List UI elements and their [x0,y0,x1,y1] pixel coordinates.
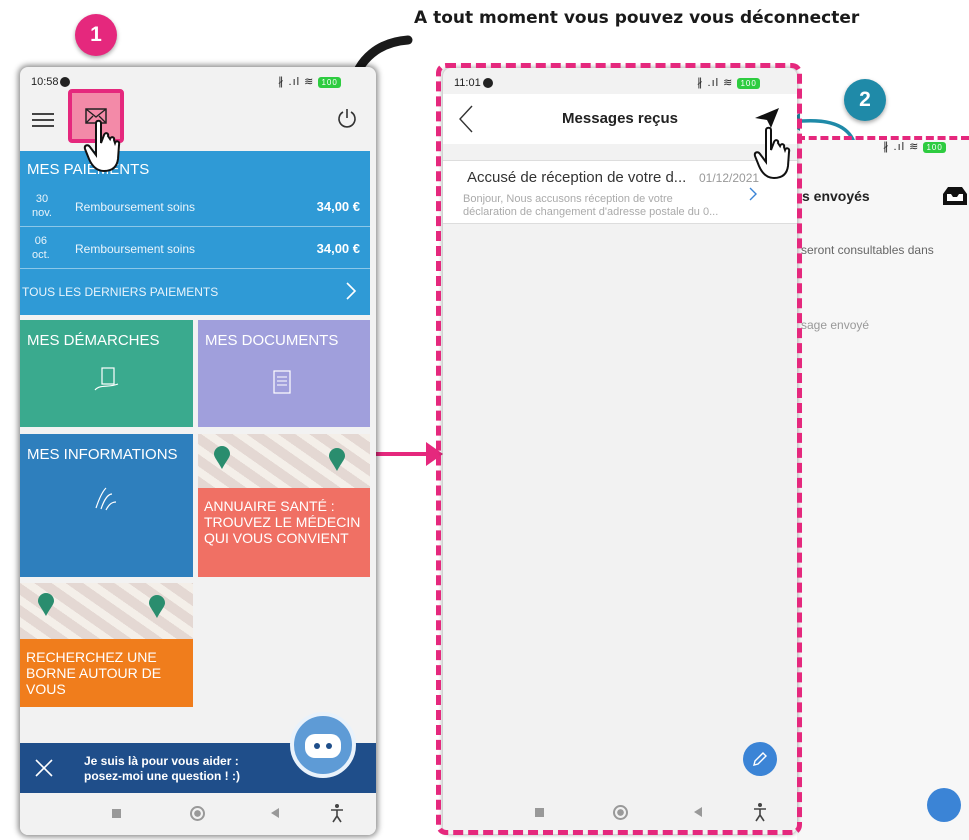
all-payments-link[interactable]: TOUS LES DERNIERS PAIEMENTS [22,285,218,299]
chevron-right-icon [346,282,357,300]
demarches-tile[interactable]: MES DÉMARCHES [20,320,193,427]
inbox-icon[interactable] [940,184,969,208]
sent-info-text: seront consultables dans [801,243,934,257]
annuaire-tile[interactable]: ANNUAIRE SANTÉ : TROUVEZ LE MÉDECIN QUI … [198,434,370,577]
sent-title: s envoyés [802,188,870,204]
informations-tile[interactable]: MES INFORMATIONS [20,434,193,577]
home-screen: 10:58 ∦ .ıl ≋ 100 MES PAIEMENTS 30 nov. R… [20,67,376,835]
map-pin-icon [329,448,345,471]
fingerprint-icon [95,487,117,511]
payment-row[interactable]: 06 oct. Remboursement soins 34,00 € [20,229,370,269]
hand-pointer-icon [753,126,791,180]
hand-pointer-icon [83,119,121,173]
status-icons: ∦ .ıl ≋ 100 [883,140,946,153]
android-nav-bar [20,793,376,835]
map-pin-icon [38,593,54,616]
compose-fab[interactable] [927,788,961,822]
hand-document-icon [94,367,119,391]
sent-messages-screen: ∦ .ıl ≋ 100 s envoyés seront consultable… [797,140,969,840]
menu-icon[interactable] [32,111,54,129]
accessibility-icon[interactable] [330,803,344,823]
payments-tile[interactable]: MES PAIEMENTS 30 nov. Remboursement soins… [20,151,370,315]
robot-icon [305,734,341,758]
payment-row[interactable]: 30 nov. Remboursement soins 34,00 € [20,187,370,227]
map-pin-icon [214,446,230,469]
status-bar: 10:58 ∦ .ıl ≋ 100 [20,67,376,91]
map-pin-icon [149,595,165,618]
close-icon[interactable] [34,758,54,778]
documents-icon [273,370,291,394]
sent-empty-text: sage envoyé [801,318,870,332]
phone2-highlight [436,63,802,835]
status-icons: ∦ .ıl ≋ 100 [278,75,341,88]
chatbot-avatar[interactable] [290,712,356,778]
home-button[interactable] [190,806,205,821]
recents-button[interactable] [112,809,121,818]
back-button[interactable] [270,807,280,819]
borne-tile[interactable]: RECHERCHEZ UNE BORNE AUTOUR DE VOUS [20,583,193,707]
step-1-badge: 1 [75,14,117,56]
power-icon[interactable] [336,107,358,129]
documents-tile[interactable]: MES DOCUMENTS [198,320,370,427]
step-2-badge: 2 [844,79,886,121]
assistant-text: Je suis là pour vous aider : posez-moi u… [84,754,240,783]
phone3-highlight [797,136,969,140]
